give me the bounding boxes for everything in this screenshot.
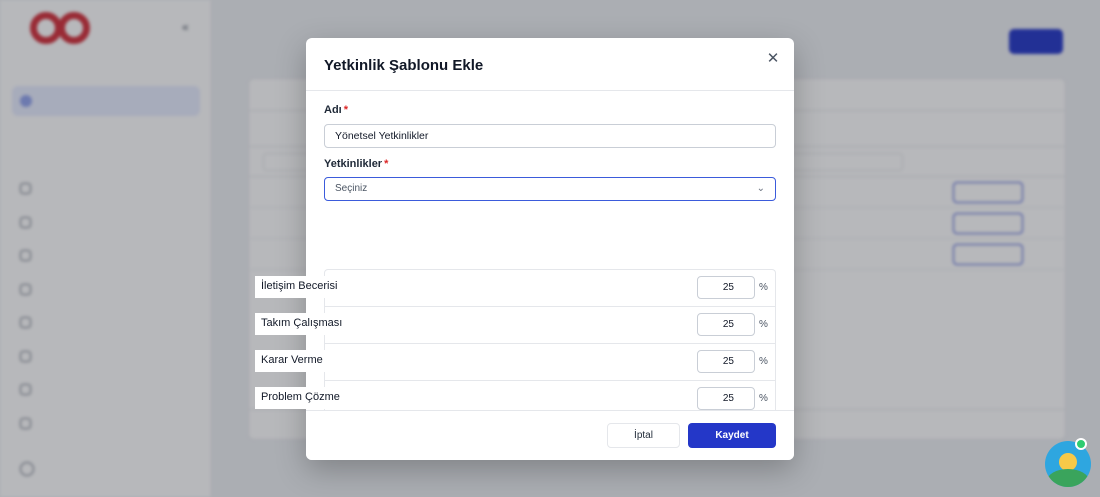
competency-weight-input[interactable] — [697, 387, 755, 410]
chevron-down-icon: ⌄ — [756, 183, 765, 194]
cancel-button[interactable]: İptal — [607, 423, 680, 448]
competency-name: Problem Çözme — [255, 387, 340, 409]
competency-name: Karar Verme — [255, 350, 325, 372]
required-mark: * — [384, 158, 389, 170]
online-status-badge — [1075, 438, 1087, 450]
hill-shape — [1047, 469, 1089, 487]
competency-row: % — [325, 270, 775, 307]
competency-row: % — [325, 344, 775, 381]
add-competency-template-modal: Yetkinlik Şablonu Ekle ✕ Adı* Yetkinlikl… — [306, 38, 794, 460]
competency-row: % — [325, 307, 775, 344]
percent-sign: % — [759, 282, 768, 293]
selected-competencies-list: % % % % — [324, 269, 776, 418]
modal-header: Yetkinlik Şablonu Ekle ✕ — [306, 38, 794, 91]
percent-sign: % — [759, 319, 768, 330]
competency-weight-input[interactable] — [697, 350, 755, 373]
percent-sign: % — [759, 393, 768, 404]
required-mark: * — [343, 104, 349, 116]
name-label-text: Adı — [324, 104, 342, 116]
competency-name: İletişim Becerisi — [255, 276, 337, 298]
modal-footer: İptal Kaydet — [306, 410, 794, 460]
modal-title: Yetkinlik Şablonu Ekle — [324, 57, 484, 74]
name-field-label: Adı * — [324, 104, 348, 116]
select-placeholder: Seçiniz — [335, 183, 368, 194]
competency-weight-input[interactable] — [697, 313, 755, 336]
save-button[interactable]: Kaydet — [688, 423, 776, 448]
competencies-label-text: Yetkinlikler — [324, 158, 383, 170]
competency-weight-input[interactable] — [697, 276, 755, 299]
percent-sign: % — [759, 356, 768, 367]
competency-name: Takım Çalışması — [255, 313, 342, 335]
competencies-field-label: Yetkinlikler * — [324, 158, 388, 170]
competencies-select[interactable]: Seçiniz ⌄ — [324, 177, 776, 201]
template-name-input[interactable] — [324, 124, 776, 148]
close-icon[interactable]: ✕ — [764, 50, 782, 68]
